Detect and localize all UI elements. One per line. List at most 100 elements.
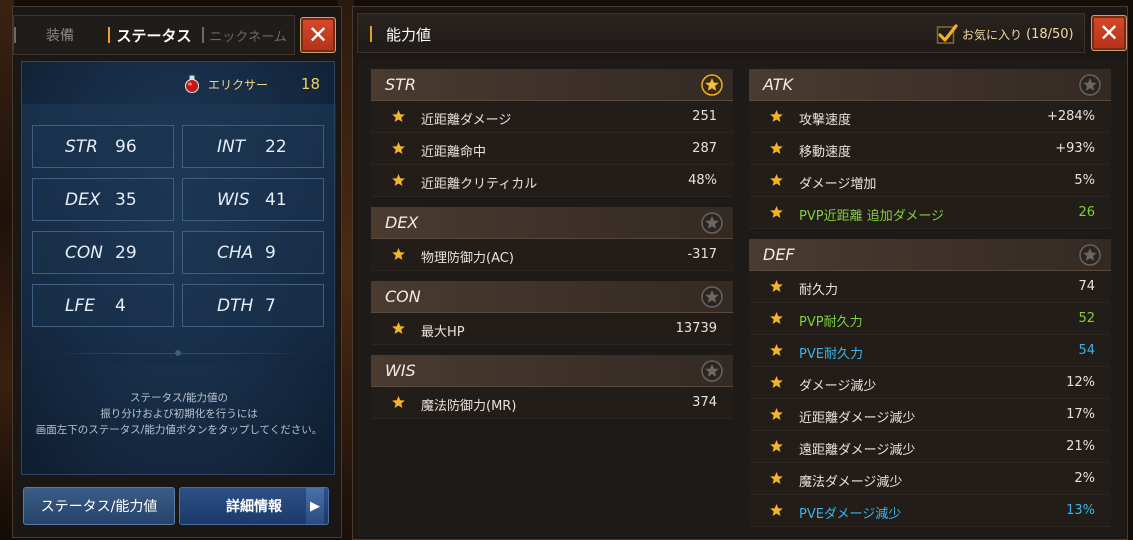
stat-row-label: 近距離命中 [421, 145, 487, 160]
stat-dth: DTH 7 [182, 284, 324, 327]
star-icon [770, 279, 783, 292]
stat-row-label: 魔法ダメージ減少 [799, 475, 903, 490]
stat-name: WIS [217, 189, 250, 210]
stat-row-pve: PVEダメージ減少 13% [749, 495, 1111, 527]
elixir-potion-icon [185, 75, 199, 93]
favorite-count: (18/50) [1026, 26, 1074, 42]
status-box: エリクサー 18 STR 96 INT 22 DEX 35 WIS 41 CON… [21, 61, 336, 475]
stat-row-value: 251 [692, 109, 717, 124]
stat-value: 41 [265, 189, 287, 210]
section-title: STR [385, 75, 417, 94]
favorite-toggle[interactable]: お気に入り (18/50) [936, 22, 1074, 46]
section-title: DEF [763, 245, 795, 264]
section-con: CON 最大HP 13739 [371, 281, 733, 345]
tab-equipment[interactable]: 装備 [14, 15, 106, 55]
ability-list: STR 近距離ダメージ 251 近距離命中 287 近距離クリティカル 48% [357, 59, 1125, 537]
stat-row: 近距離ダメージ 251 [371, 101, 733, 133]
star-icon [392, 141, 405, 154]
stat-row-label: 魔法防御力(MR) [421, 399, 517, 414]
stat-row-value: 2% [1074, 471, 1095, 486]
stat-name: INT [217, 136, 246, 157]
stat-row: 移動速度 +93% [749, 133, 1111, 165]
help-line: 振り分けおよび初期化を行うには [100, 408, 258, 420]
tab-nickname[interactable]: ニックネーム [202, 15, 294, 55]
stat-row-label: PVEダメージ減少 [799, 507, 902, 522]
stat-row-label: 近距離ダメージ減少 [799, 411, 916, 426]
stat-row: 最大HP 13739 [371, 313, 733, 345]
stat-int: INT 22 [182, 125, 324, 168]
favorite-star-icon[interactable] [1079, 244, 1101, 266]
stat-row-value: -317 [687, 247, 717, 262]
star-icon [770, 109, 783, 122]
page-title: 能力値 [386, 26, 432, 44]
star-icon [770, 141, 783, 154]
star-icon [392, 395, 405, 408]
stat-row-value: 12% [1066, 375, 1095, 390]
status-ability-button[interactable]: ステータス/能力値 [23, 487, 175, 525]
tab-equipment-label: 装備 [46, 28, 74, 44]
stat-row-value: 74 [1078, 279, 1095, 294]
stat-row: ダメージ減少 12% [749, 367, 1111, 399]
section-dex: DEX 物理防御力(AC) -317 [371, 207, 733, 271]
tab-status[interactable]: ステータス [106, 15, 202, 55]
stat-value: 4 [115, 295, 126, 316]
star-icon [392, 173, 405, 186]
stat-row-value: 13% [1066, 503, 1095, 518]
detail-info-button[interactable]: 詳細情報 ▶ [179, 487, 329, 525]
help-line: ステータス/能力値の [129, 392, 229, 404]
stat-row: 魔法防御力(MR) 374 [371, 387, 733, 419]
stat-name: LFE [65, 295, 95, 316]
status-panel: 装備 ステータス ニックネーム ✕ エリクサー 18 STR 96 INT 22… [12, 6, 342, 538]
stat-row-value: 26 [1078, 205, 1095, 220]
favorite-star-icon[interactable] [701, 212, 723, 234]
stat-row-value: 13739 [675, 321, 717, 336]
elixir-label: エリクサー [208, 77, 269, 92]
stat-row-value: 52 [1078, 311, 1095, 326]
star-icon [770, 407, 783, 420]
stat-row: ダメージ増加 5% [749, 165, 1111, 197]
stat-row-pve: PVE耐久力 54 [749, 335, 1111, 367]
favorite-star-icon[interactable] [1079, 74, 1101, 96]
stat-value: 96 [115, 136, 137, 157]
left-tab-bar: 装備 ステータス ニックネーム [13, 15, 295, 55]
section-str: STR 近距離ダメージ 251 近距離命中 287 近距離クリティカル 48% [371, 69, 733, 197]
section-title: ATK [763, 75, 794, 94]
chevron-right-icon: ▶ [306, 488, 324, 524]
section-title: DEX [385, 213, 419, 232]
tab-active-indicator [108, 27, 110, 43]
stat-value: 35 [115, 189, 137, 210]
stat-row-value: 17% [1066, 407, 1095, 422]
stat-row: 耐久力 74 [749, 271, 1111, 303]
stat-wis: WIS 41 [182, 178, 324, 221]
star-icon [770, 173, 783, 186]
star-icon [770, 343, 783, 356]
section-title: CON [385, 287, 421, 306]
stat-row-value: 21% [1066, 439, 1095, 454]
section-title: WIS [385, 361, 416, 380]
favorite-star-icon[interactable] [701, 360, 723, 382]
stat-name: STR [65, 136, 98, 157]
stat-value: 29 [115, 242, 137, 263]
close-right-button[interactable]: ✕ [1091, 15, 1127, 51]
star-icon [770, 503, 783, 516]
tab-divider [202, 27, 204, 43]
checkmark-icon [936, 24, 958, 44]
stat-row-label: PVP耐久力 [799, 315, 863, 330]
star-icon [770, 375, 783, 388]
close-left-button[interactable]: ✕ [300, 17, 336, 53]
star-icon [392, 109, 405, 122]
star-icon [770, 471, 783, 484]
stat-row-value: 287 [692, 141, 717, 156]
stat-row: 近距離ダメージ減少 17% [749, 399, 1111, 431]
ability-panel: 能力値 お気に入り (18/50) ✕ STR 近距離ダメージ 251 近距離命… [352, 6, 1128, 540]
help-text: ステータス/能力値の 振り分けおよび初期化を行うには 画面左下のステータス/能力… [22, 390, 336, 438]
favorite-star-icon[interactable] [701, 286, 723, 308]
section-atk: ATK 攻撃速度 +284% 移動速度 +93% ダメージ増加 5% PVP近距… [749, 69, 1111, 229]
help-line: 画面左下のステータス/能力値ボタンをタップしてください。 [35, 424, 323, 436]
stat-row: 魔法ダメージ減少 2% [749, 463, 1111, 495]
stat-row: 近距離クリティカル 48% [371, 165, 733, 197]
section-def: DEF 耐久力 74 PVP耐久力 52 PVE耐久力 54 ダメージ減少 12… [749, 239, 1111, 527]
favorite-star-active-icon[interactable] [701, 74, 723, 96]
tab-status-label: ステータス [116, 26, 192, 45]
stat-str: STR 96 [32, 125, 174, 168]
